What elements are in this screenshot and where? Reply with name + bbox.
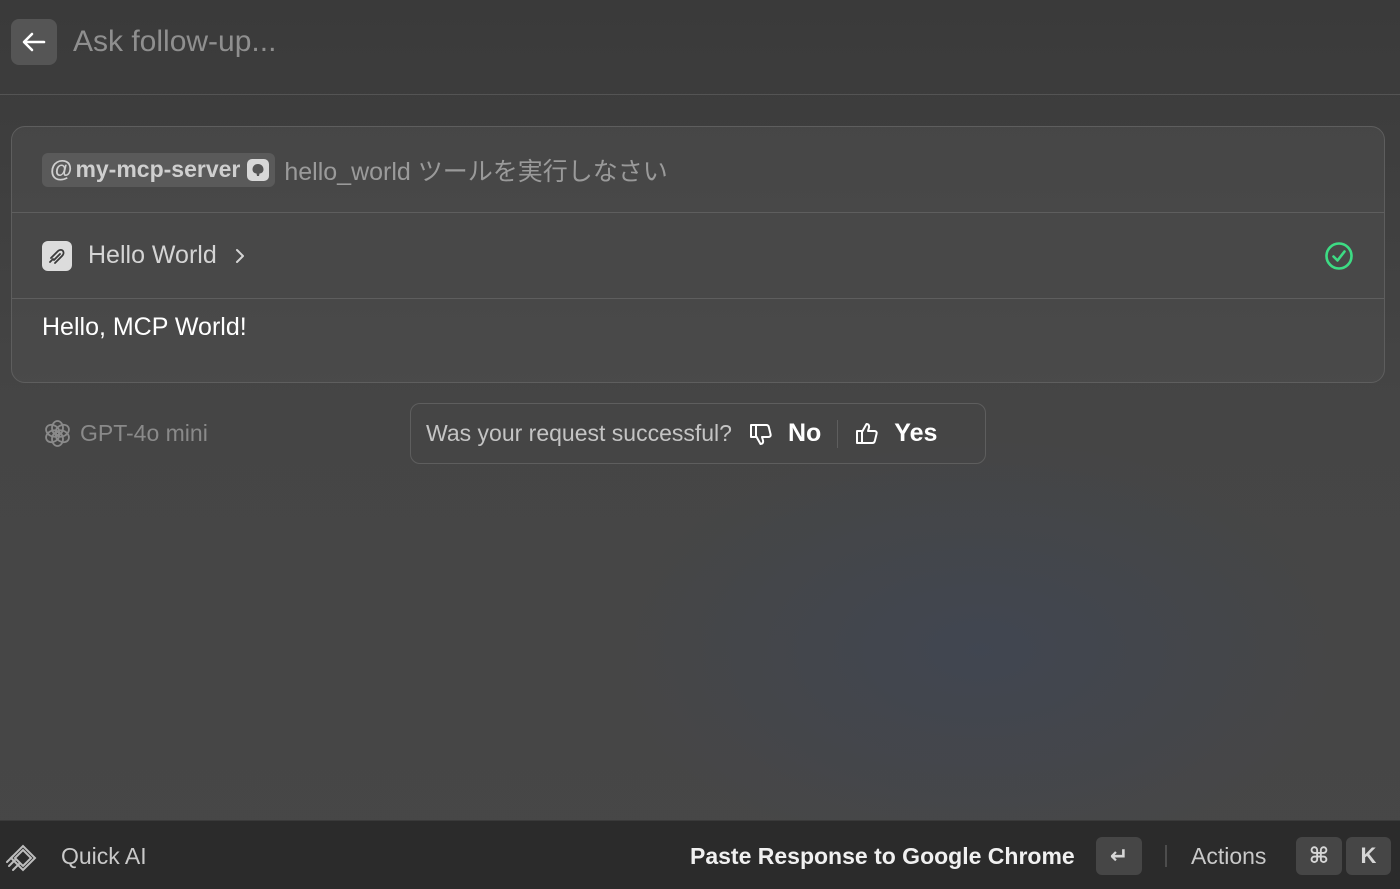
footer-divider [1165, 845, 1167, 867]
server-mention-chip[interactable]: @ my-mcp-server [42, 152, 276, 187]
tool-call-row[interactable]: Hello World [12, 213, 1384, 299]
feedback-no-button[interactable]: No [748, 419, 821, 448]
mention-at-sign: @ [50, 156, 73, 182]
k-key-hint[interactable]: K [1346, 837, 1391, 875]
quick-ai-logo-icon [5, 838, 41, 879]
feedback-yes-label: Yes [894, 419, 938, 447]
footer-title: Quick AI [61, 843, 147, 869]
command-key-hint[interactable]: ⌘ [1296, 837, 1342, 875]
model-label: GPT-4o mini [43, 418, 208, 448]
enter-key-hint[interactable]: ↵ [1096, 837, 1142, 875]
tool-name: Hello World [88, 241, 217, 269]
model-name: GPT-4o mini [80, 419, 208, 446]
feedback-yes-button[interactable]: Yes [854, 419, 937, 448]
footer-bar: Quick AI Paste Response to Google Chrome… [0, 820, 1400, 889]
thumbs-up-icon [856, 422, 878, 444]
back-button[interactable] [11, 19, 57, 65]
feedback-no-label: No [787, 419, 822, 447]
mention-server-name: my-mcp-server [75, 156, 241, 182]
arrow-left-icon [22, 32, 46, 52]
feedback-question: Was your request successful? [426, 420, 732, 446]
header [0, 0, 1400, 95]
mcp-tool-icon [42, 240, 72, 271]
prompt-row: @ my-mcp-server hello_world ツールを実行しなさい [12, 127, 1384, 213]
mcp-server-icon [247, 158, 270, 181]
openai-logo-icon [45, 419, 70, 447]
paste-response-action[interactable]: Paste Response to Google Chrome [690, 843, 1075, 870]
check-circle-icon [1324, 241, 1354, 276]
feedback-divider [837, 419, 839, 448]
actions-button[interactable]: Actions [1191, 843, 1266, 870]
prompt-text: hello_world ツールを実行しなさい [284, 157, 668, 186]
feedback-bar: Was your request successful? No Yes [410, 403, 986, 464]
conversation-card: @ my-mcp-server hello_world ツールを実行しなさい H… [11, 126, 1385, 383]
follow-up-input[interactable] [73, 22, 1373, 62]
thumbs-down-icon [749, 423, 772, 445]
chevron-right-icon [235, 248, 245, 264]
response-text: Hello, MCP World! [42, 313, 247, 341]
